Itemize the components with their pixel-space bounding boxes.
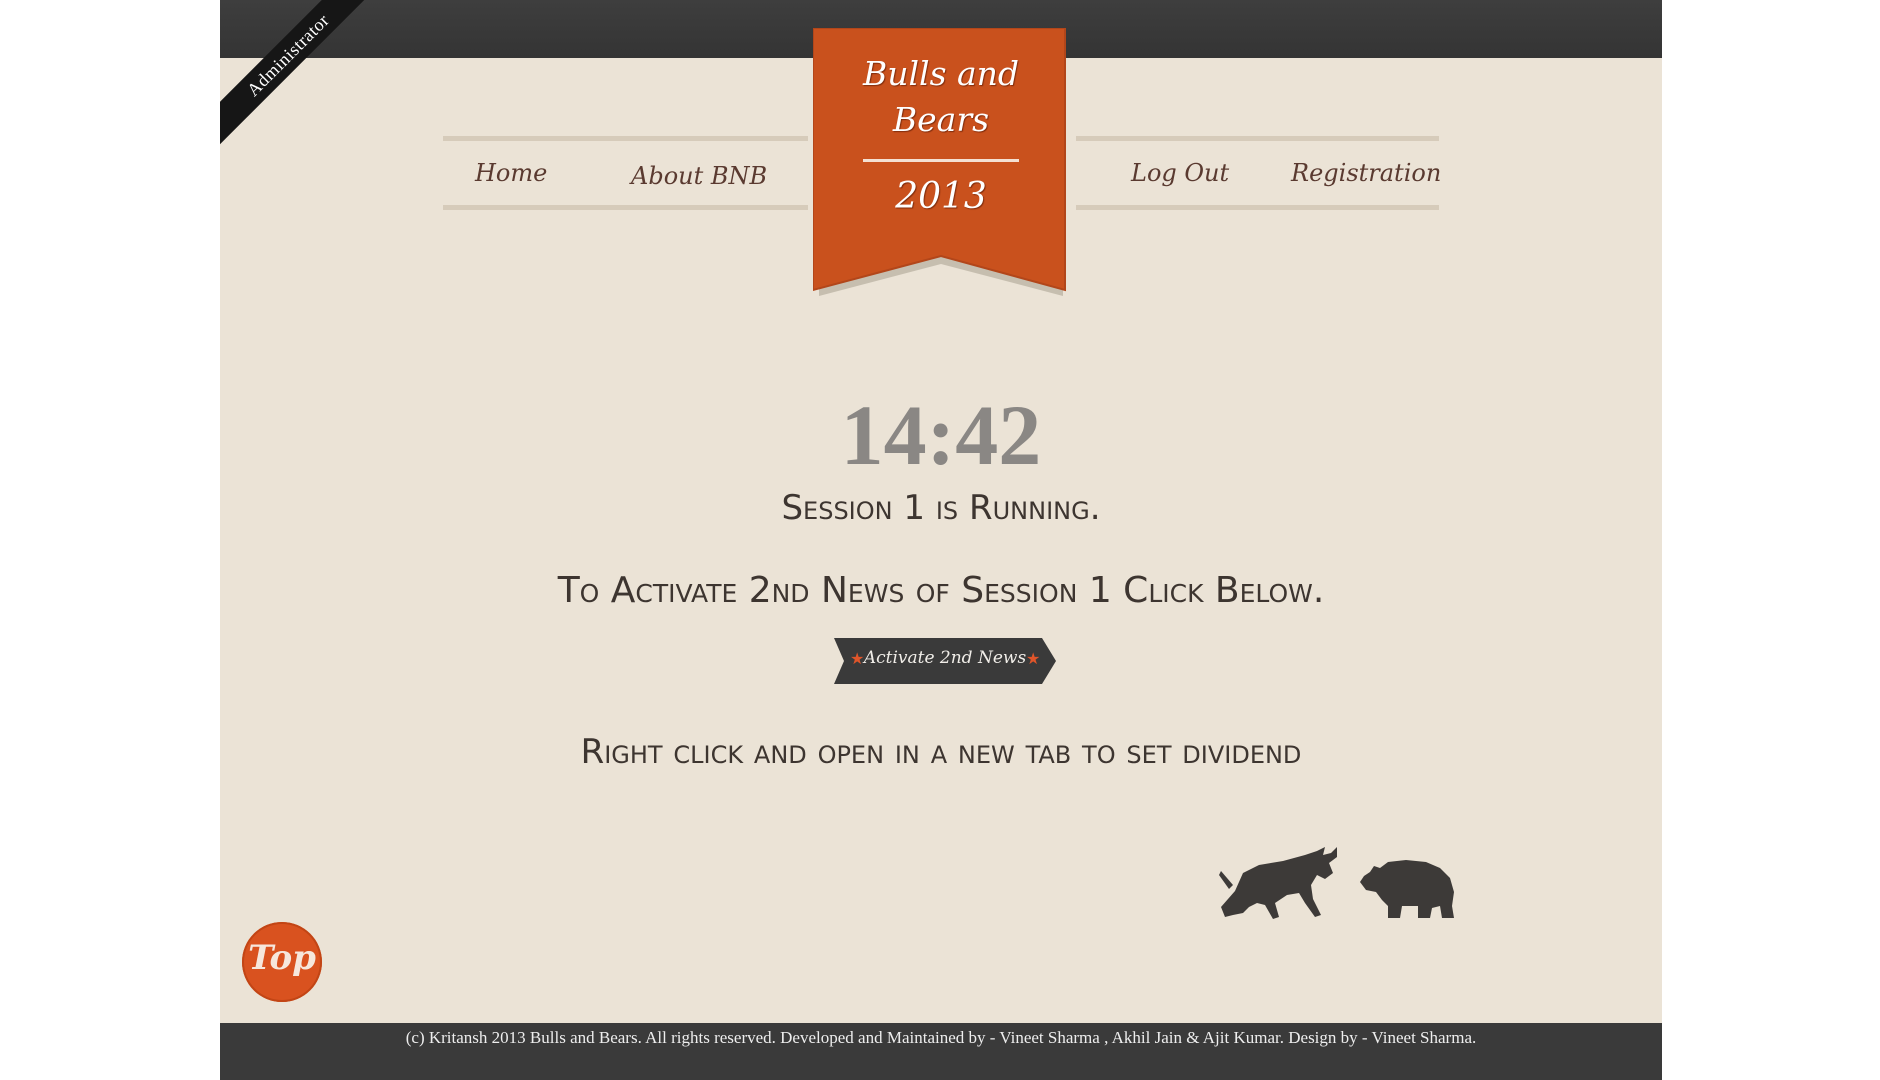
nav-registration-link[interactable]: Registration [1291,159,1441,187]
star-icon: ★ [1026,651,1041,668]
banner-title-line1: Bulls and [862,54,1020,93]
nav-left: Home About BNB [443,136,808,210]
top-button-label: Top [248,938,316,978]
nav-logout-link[interactable]: Log Out [1131,159,1229,187]
activate-button-label: Activate 2nd News [863,648,1027,668]
session-clock: 14:42 [840,387,1042,483]
nav-home-link[interactable]: Home [475,159,547,187]
page: Administrator Home About BNB Log Out Reg… [220,0,1662,1080]
nav-about-link[interactable]: About BNB [631,162,767,190]
bear-icon [1360,860,1454,918]
dividend-note: Right click and open in a new tab to set… [580,732,1302,772]
activate-prompt: To Activate 2nd News of Session 1 Click … [557,570,1325,611]
banner-title-line2: Bears [892,100,990,139]
activate-news-button[interactable]: ★ Activate 2nd News ★ [834,638,1056,684]
banner-year: 2013 [895,176,987,217]
nav-right: Log Out Registration [1076,136,1441,210]
scroll-top-button[interactable]: Top [242,922,322,1002]
footer-text: (c) Kritansh 2013 Bulls and Bears. All r… [405,1028,1477,1047]
session-status: Session 1 is Running. [781,488,1101,528]
banner-divider [863,159,1019,162]
bull-icon [1219,847,1337,919]
site-banner[interactable]: Bulls and Bears 2013 [813,28,1069,298]
